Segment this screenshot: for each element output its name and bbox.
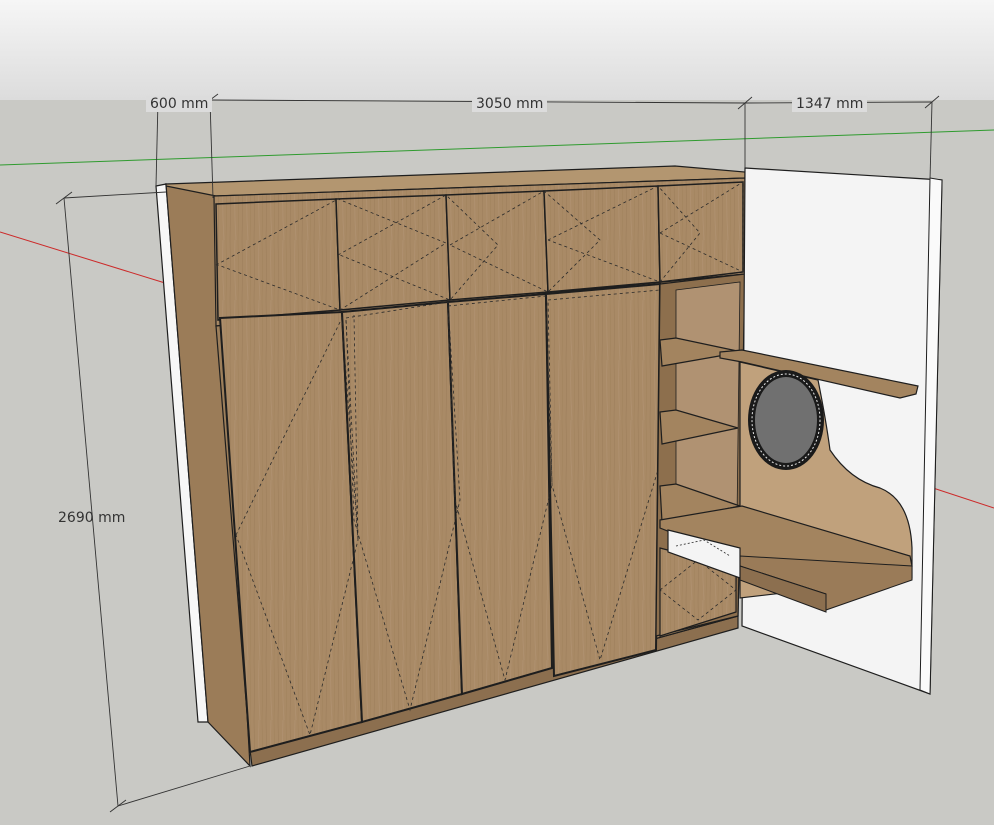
upper-door-3[interactable] — [445, 190, 549, 301]
dimension-height-label: 2690 mm — [58, 510, 126, 526]
model-canvas[interactable] — [0, 0, 994, 821]
lower-door-3[interactable] — [446, 292, 554, 696]
dimension-width-side-label: 1347 mm — [792, 96, 868, 112]
lower-door-2[interactable] — [340, 300, 464, 724]
upper-door-4[interactable] — [543, 185, 661, 293]
dimension-width-main-label: 3050 mm — [472, 96, 548, 112]
sketchup-viewport[interactable]: 600 mm 3050 mm 1347 mm 2690 mm — [0, 0, 994, 821]
sky — [0, 0, 994, 100]
upper-door-1[interactable] — [215, 198, 341, 321]
upper-door-5[interactable] — [657, 181, 744, 283]
upper-door-2[interactable] — [335, 194, 451, 311]
lower-door-4[interactable] — [544, 282, 662, 678]
dimension-depth-label: 600 mm — [146, 96, 213, 112]
round-mirror[interactable] — [755, 377, 817, 463]
